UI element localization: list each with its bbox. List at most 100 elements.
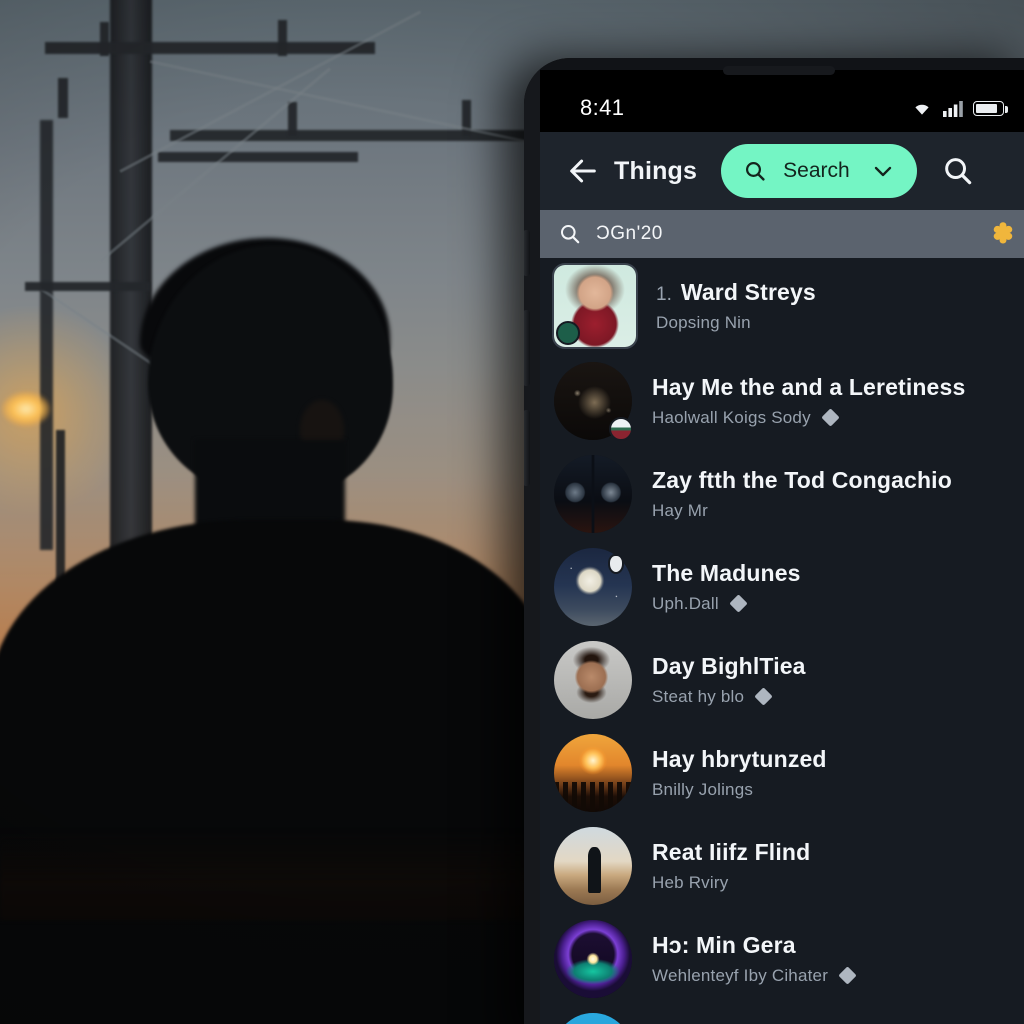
list-item-title-line: Hay hbrytunzed	[652, 746, 1016, 773]
list-item[interactable]: Hay hbrytunzed Bnilly Jolings	[540, 726, 1024, 819]
status-bar: 8:41	[540, 70, 1024, 132]
list-item-title-line: The Madunes	[652, 560, 1016, 587]
list-item-sub-line: Wehlenteyf Iby Cihater	[652, 966, 1016, 986]
search-icon	[561, 225, 580, 244]
thumbnail-artwork	[554, 733, 632, 812]
list-item-text: The Madunes Uph.Dall	[652, 560, 1016, 614]
list-item-sub-line: Uph.Dall	[652, 594, 1016, 614]
search-icon	[746, 161, 765, 181]
list-item-thumb-wrap	[554, 547, 632, 626]
status-badge	[609, 416, 633, 441]
list-item-title: Hay Me the and a Leretiness	[652, 373, 966, 400]
list-item-text: Reat Iiifz Flind Heb Rviry	[652, 839, 1016, 893]
list-item-title: Zay ftth the Tod Congachio	[652, 466, 952, 493]
phone-notch-speaker	[723, 66, 835, 75]
chevron-down-icon[interactable]	[871, 159, 895, 183]
page-title: Things	[614, 156, 698, 185]
list-item-text: 1. Ward Streys Dopsing Nin	[656, 279, 1016, 333]
list-item-thumb-wrap	[554, 919, 632, 998]
list-item[interactable]: Zay ftth the Tod Congachio Hay Mr	[540, 447, 1024, 540]
list-item-sub-line: Haolwall Koigs Sody	[652, 408, 1016, 428]
list-item-thumb-wrap	[554, 361, 633, 441]
list-item-title-line: Hɔ: Min Gera	[652, 932, 1016, 959]
diamond-marker-icon	[838, 966, 857, 985]
list-item-title: Hay hbrytunzed	[652, 745, 827, 772]
search-pill-button[interactable]: Search	[721, 144, 918, 198]
list-item-title: The Madunes	[652, 559, 801, 586]
list-item-subtitle: Heb Rviry	[652, 872, 729, 892]
list-item-title: Reat Iiifz Flind	[652, 838, 811, 865]
thumbnail-artwork	[554, 640, 632, 719]
battery-fill	[976, 103, 997, 113]
list-item-title-line: Reat Iiifz Flind	[652, 839, 1016, 866]
thumbnail-artwork	[554, 919, 632, 998]
list-item-subtitle: Steat hy blo	[652, 686, 745, 706]
list-item[interactable]: The Madunes Uph.Dall	[540, 540, 1024, 633]
diamond-marker-icon	[821, 408, 840, 427]
diamond-marker-icon	[754, 687, 773, 706]
search-query-bar[interactable]: ƆGn'20	[540, 210, 1024, 258]
list-item-thumbnail	[554, 733, 632, 812]
list-item-thumb-wrap	[554, 733, 632, 812]
list-item-subtitle: Wehlenteyf Iby Cihater	[652, 965, 829, 985]
status-badge	[608, 553, 624, 574]
phone-device: 8:41 Things Search ƆGn'20 1. Ward Streys…	[524, 58, 1024, 1024]
list-item-sub-line: Steat hy blo	[652, 687, 1016, 707]
list-item-text: Hay Me the and a Leretiness Haolwall Koi…	[652, 374, 1016, 428]
list-item[interactable]: Day BighlTiea Steat hy blo	[540, 633, 1024, 726]
list-item[interactable]: Reat Iiifz Flind Heb Rviry	[540, 819, 1024, 912]
wifi-icon	[915, 104, 929, 115]
list-item-sub-line: Bnilly Jolings	[652, 780, 1016, 800]
list-item[interactable]: Hay Me the and a Leretiness Haolwall Koi…	[540, 354, 1024, 447]
list-item-sub-line: Heb Rviry	[652, 873, 1016, 893]
list-item-title-line: Day BighlTiea	[652, 653, 1016, 680]
thumbnail-artwork	[554, 454, 632, 533]
thumbnail-artwork	[554, 826, 632, 905]
list-item-thumb-wrap	[554, 454, 632, 533]
search-pill-label: Search	[783, 159, 850, 182]
list-item-text: Hay hbrytunzed Bnilly Jolings	[652, 746, 1016, 800]
list-item-subtitle: Uph.Dall	[652, 593, 719, 613]
status-clock: 8:41	[580, 95, 625, 120]
status-badge	[556, 321, 580, 345]
list-item-text: Hɔ: Min Gera Wehlenteyf Iby Cihater	[652, 932, 1016, 986]
list-item-subtitle: Hay Mr	[652, 500, 708, 520]
list-item[interactable]: 1. Ward Streys Dopsing Nin	[540, 258, 1024, 354]
list-item-title-line: 1. Ward Streys	[656, 279, 1016, 306]
cellular-signal-icon	[943, 100, 963, 117]
star-burst-icon[interactable]	[988, 219, 1018, 249]
list-item-subtitle: Haolwall Koigs Sody	[652, 407, 811, 427]
list-item-sub-line: Dopsing Nin	[656, 313, 1016, 333]
list-item-text: Zay ftth the Tod Congachio Hay Mr	[652, 467, 1016, 521]
list-item-subtitle: Bnilly Jolings	[652, 779, 754, 799]
list-item-text: Day BighlTiea Steat hy blo	[652, 653, 1016, 707]
app-header-bar: Things Search	[540, 132, 1024, 210]
list-item-rank: 1.	[656, 284, 672, 305]
list-item-thumb-wrap	[554, 826, 632, 905]
list-item-thumbnail	[554, 1012, 632, 1024]
search-icon[interactable]	[941, 154, 975, 188]
phone-side-button-volume-up[interactable]	[524, 310, 530, 386]
list-item-title: Ward Streys	[680, 279, 816, 305]
search-results-list[interactable]: 1. Ward Streys Dopsing Nin Hay Me the an…	[540, 258, 1024, 1024]
thumbnail-artwork	[554, 1012, 632, 1024]
list-item-title: Day BighlTiea	[652, 652, 806, 679]
status-icon-group	[910, 99, 1008, 117]
back-arrow-icon[interactable]	[566, 154, 600, 188]
phone-side-button-volume-down[interactable]	[524, 410, 530, 486]
list-item-thumb-wrap	[554, 1012, 632, 1024]
list-item-title-line: Zay ftth the Tod Congachio	[652, 467, 1016, 494]
phone-side-button-mute[interactable]	[524, 230, 530, 276]
list-item-thumbnail	[554, 919, 632, 998]
list-item-thumb-wrap	[552, 263, 638, 349]
list-item-thumb-wrap	[554, 640, 632, 719]
list-item-thumbnail	[554, 640, 632, 719]
list-item-title: Hɔ: Min Gera	[652, 931, 796, 958]
list-item-sub-line: Hay Mr	[652, 501, 1016, 521]
list-item[interactable]: Hɔ: Min Gera Wehlenteyf Iby Cihater	[540, 912, 1024, 1005]
list-item[interactable]	[540, 1005, 1024, 1024]
battery-icon	[973, 100, 1008, 116]
list-item-thumbnail	[554, 826, 632, 905]
diamond-marker-icon	[729, 594, 748, 613]
list-item-subtitle: Dopsing Nin	[656, 313, 751, 332]
